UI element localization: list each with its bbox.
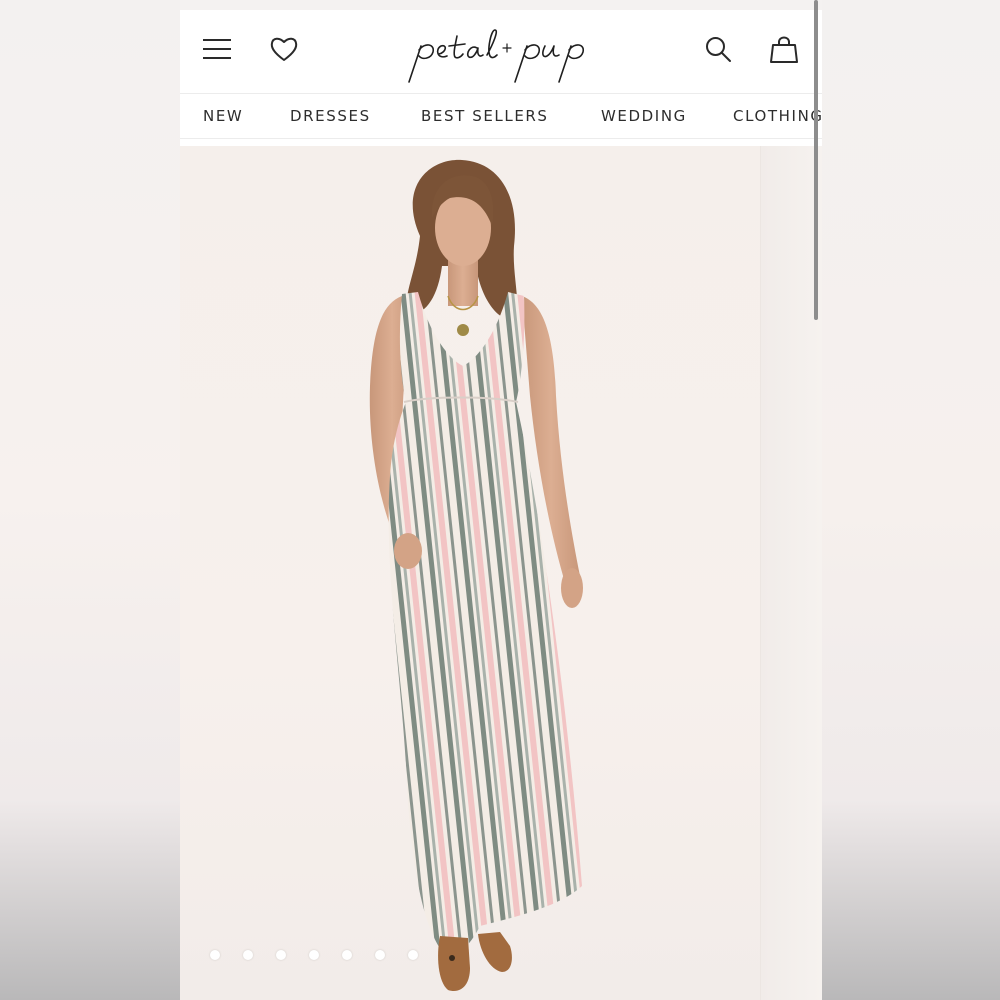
carousel-dot-2[interactable] [243, 950, 253, 960]
carousel-dot-3[interactable] [276, 950, 286, 960]
carousel-dot-1[interactable] [210, 950, 220, 960]
menu-icon [203, 39, 231, 59]
product-photo-model [369, 159, 583, 992]
carousel-dot-5[interactable] [342, 950, 352, 960]
site-header: petal + pup [180, 10, 822, 94]
logo-text: petal + pup [500, 54, 501, 55]
nav-item-wedding[interactable]: WEDDING [601, 107, 687, 125]
brand-logo[interactable]: petal + pup [390, 24, 610, 84]
carousel-dot-6[interactable] [375, 950, 385, 960]
carousel-dot-4[interactable] [309, 950, 319, 960]
background-blur-right [822, 0, 1000, 1000]
nav-item-new[interactable]: NEW [203, 107, 243, 125]
bag-icon [770, 36, 798, 63]
product-image-carousel[interactable] [180, 146, 822, 1000]
background-blur-left [0, 0, 180, 1000]
menu-button[interactable] [200, 32, 234, 66]
heart-icon [270, 37, 298, 61]
nav-item-best-sellers[interactable]: BEST SELLERS [421, 107, 549, 125]
next-slide-preview[interactable] [760, 146, 822, 1000]
carousel-dots [210, 950, 418, 964]
mobile-screen: petal + pup [180, 10, 822, 1000]
search-button[interactable] [701, 32, 735, 66]
page-scrollbar[interactable] [814, 0, 818, 320]
search-icon [706, 37, 731, 62]
nav-item-clothing[interactable]: CLOTHING [733, 107, 822, 125]
nav-item-dresses[interactable]: DRESSES [290, 107, 371, 125]
category-nav: NEW DRESSES BEST SELLERS WEDDING CLOTHIN… [180, 94, 822, 139]
wishlist-button[interactable] [267, 32, 301, 66]
carousel-dot-7[interactable] [408, 950, 418, 960]
cart-button[interactable] [767, 32, 801, 66]
